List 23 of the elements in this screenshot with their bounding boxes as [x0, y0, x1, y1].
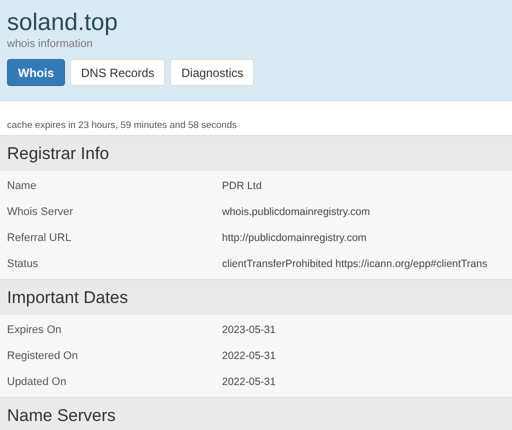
site-subtitle: whois information	[7, 38, 94, 50]
field-value: 2022-05-31	[222, 376, 277, 388]
field-label: Expires On	[7, 324, 62, 336]
tab[interactable]: Whois	[7, 59, 65, 86]
site-title: soland.top	[7, 10, 119, 36]
cache-note: cache expires in 23 hours, 59 minutes and 58 seconds	[6, 119, 238, 133]
field-value: 2023-05-31	[222, 324, 277, 336]
field-value: http://publicdomainregistry.com	[222, 232, 368, 244]
field-label: Registered On	[7, 350, 79, 362]
field-label: Name	[7, 180, 38, 192]
field-label: Updated On	[7, 376, 68, 388]
section-heading: Name Servers	[0, 397, 512, 430]
field-value: 2022-05-31	[222, 350, 277, 362]
field-label: Whois Server	[7, 206, 74, 218]
tab[interactable]: Diagnostics	[170, 59, 254, 86]
field-label: Status	[7, 258, 40, 270]
tab[interactable]: DNS Records	[70, 59, 166, 86]
field-value: PDR Ltd	[222, 180, 263, 192]
field-label: Referral URL	[7, 232, 72, 244]
section-heading: Registrar Info	[0, 135, 512, 171]
section-heading: Important Dates	[0, 279, 512, 315]
field-value: clientTransferProhibited https://icann.org/epp#clientTrans	[222, 258, 488, 270]
field-value: whois.publicdomainregistry.com	[222, 206, 372, 218]
